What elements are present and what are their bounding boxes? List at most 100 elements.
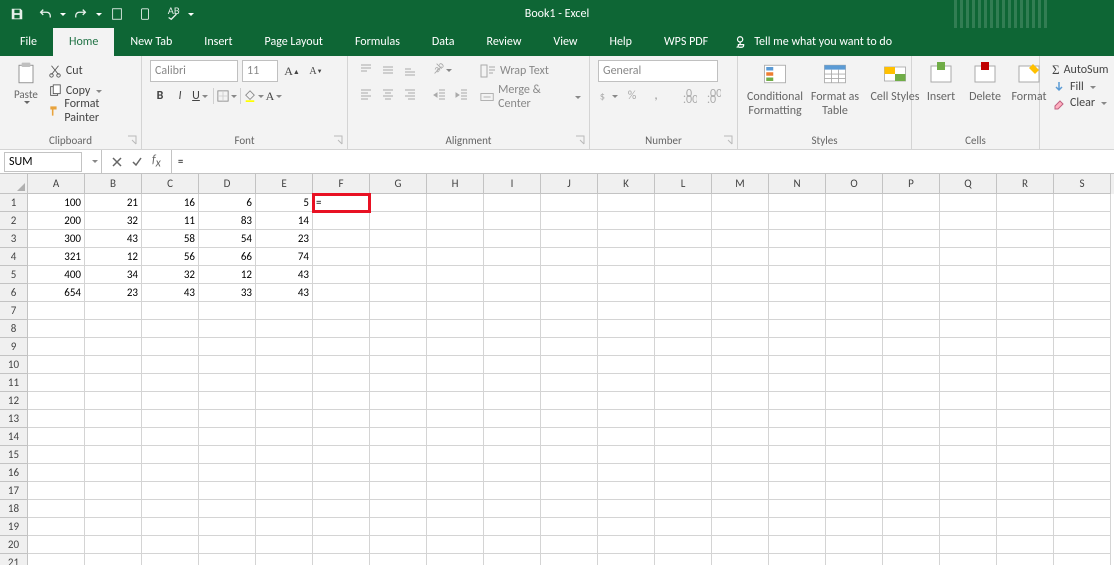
cell[interactable]: [940, 266, 997, 284]
cell[interactable]: [655, 446, 712, 464]
cell[interactable]: [28, 392, 85, 410]
cell[interactable]: [826, 194, 883, 212]
cell[interactable]: [85, 482, 142, 500]
cell[interactable]: [598, 266, 655, 284]
cell[interactable]: [883, 428, 940, 446]
cell[interactable]: [883, 446, 940, 464]
align-left-icon[interactable]: [356, 84, 376, 104]
cell[interactable]: [427, 320, 484, 338]
cell[interactable]: [598, 554, 655, 565]
borders-button[interactable]: [217, 86, 237, 106]
cell[interactable]: [1054, 356, 1111, 374]
cell[interactable]: 16: [142, 194, 199, 212]
cell[interactable]: [541, 428, 598, 446]
cell[interactable]: [598, 392, 655, 410]
touch-mode-icon[interactable]: [132, 2, 158, 26]
autosum-button[interactable]: ΣAutoSum: [1052, 62, 1108, 78]
cell[interactable]: [28, 338, 85, 356]
cell[interactable]: [541, 464, 598, 482]
cell[interactable]: [484, 500, 541, 518]
cell[interactable]: [769, 266, 826, 284]
tab-new-tab[interactable]: New Tab: [114, 28, 188, 56]
col-header-O[interactable]: O: [826, 174, 883, 194]
cell[interactable]: [142, 302, 199, 320]
cell[interactable]: 23: [85, 284, 142, 302]
cell[interactable]: [370, 392, 427, 410]
cell[interactable]: [826, 446, 883, 464]
cell[interactable]: 654: [28, 284, 85, 302]
cell[interactable]: [370, 284, 427, 302]
cell[interactable]: [883, 482, 940, 500]
align-top-icon[interactable]: [356, 60, 376, 80]
col-header-Q[interactable]: Q: [940, 174, 997, 194]
cell[interactable]: [997, 374, 1054, 392]
cell[interactable]: [370, 194, 427, 212]
col-header-H[interactable]: H: [427, 174, 484, 194]
row-header[interactable]: 7: [0, 302, 28, 320]
comma-format-icon[interactable]: ,: [646, 86, 666, 106]
cell[interactable]: [28, 302, 85, 320]
cell[interactable]: [997, 482, 1054, 500]
redo-icon[interactable]: [68, 2, 94, 26]
cell[interactable]: [256, 374, 313, 392]
cell[interactable]: [1054, 518, 1111, 536]
cell[interactable]: [826, 374, 883, 392]
cell[interactable]: [598, 374, 655, 392]
cell[interactable]: [598, 446, 655, 464]
cell[interactable]: [370, 374, 427, 392]
cell[interactable]: [484, 518, 541, 536]
clipboard-launcher[interactable]: [126, 134, 138, 146]
accounting-format-icon[interactable]: $: [598, 86, 618, 106]
tab-page-layout[interactable]: Page Layout: [249, 28, 339, 56]
cell[interactable]: [256, 464, 313, 482]
cell[interactable]: 43: [256, 284, 313, 302]
cell[interactable]: [199, 500, 256, 518]
cell[interactable]: [256, 320, 313, 338]
cell[interactable]: [313, 446, 370, 464]
row-header[interactable]: 14: [0, 428, 28, 446]
cell[interactable]: [427, 518, 484, 536]
cell[interactable]: [370, 536, 427, 554]
cell[interactable]: [712, 194, 769, 212]
format-table-button[interactable]: Format as Table: [806, 60, 864, 118]
tab-review[interactable]: Review: [471, 28, 538, 56]
cell[interactable]: [940, 554, 997, 565]
cell[interactable]: [769, 464, 826, 482]
increase-indent-icon[interactable]: [452, 84, 472, 104]
decrease-indent-icon[interactable]: [430, 84, 450, 104]
cell[interactable]: [370, 338, 427, 356]
cell[interactable]: [997, 230, 1054, 248]
cell[interactable]: [1054, 428, 1111, 446]
cell[interactable]: [370, 356, 427, 374]
cell[interactable]: [1054, 536, 1111, 554]
cell[interactable]: [142, 482, 199, 500]
cell[interactable]: [712, 338, 769, 356]
cell[interactable]: [142, 536, 199, 554]
cell[interactable]: [484, 302, 541, 320]
cell[interactable]: [712, 464, 769, 482]
cell[interactable]: [484, 482, 541, 500]
cell[interactable]: [883, 248, 940, 266]
cell[interactable]: [655, 428, 712, 446]
fill-button[interactable]: Fill: [1052, 80, 1108, 94]
cell[interactable]: [712, 230, 769, 248]
cell[interactable]: [85, 356, 142, 374]
cell[interactable]: [1054, 482, 1111, 500]
cell[interactable]: [940, 320, 997, 338]
cell[interactable]: [313, 266, 370, 284]
align-middle-icon[interactable]: [378, 60, 398, 80]
cell[interactable]: [28, 500, 85, 518]
enter-formula-icon[interactable]: [128, 153, 146, 171]
tab-data[interactable]: Data: [416, 28, 471, 56]
cell[interactable]: [883, 212, 940, 230]
cell[interactable]: [712, 500, 769, 518]
cell[interactable]: [541, 500, 598, 518]
cell[interactable]: [28, 374, 85, 392]
cell[interactable]: [370, 464, 427, 482]
cell[interactable]: [769, 284, 826, 302]
cell[interactable]: [541, 320, 598, 338]
cell[interactable]: 12: [199, 266, 256, 284]
cell[interactable]: [313, 248, 370, 266]
col-header-J[interactable]: J: [541, 174, 598, 194]
cell[interactable]: [1054, 212, 1111, 230]
